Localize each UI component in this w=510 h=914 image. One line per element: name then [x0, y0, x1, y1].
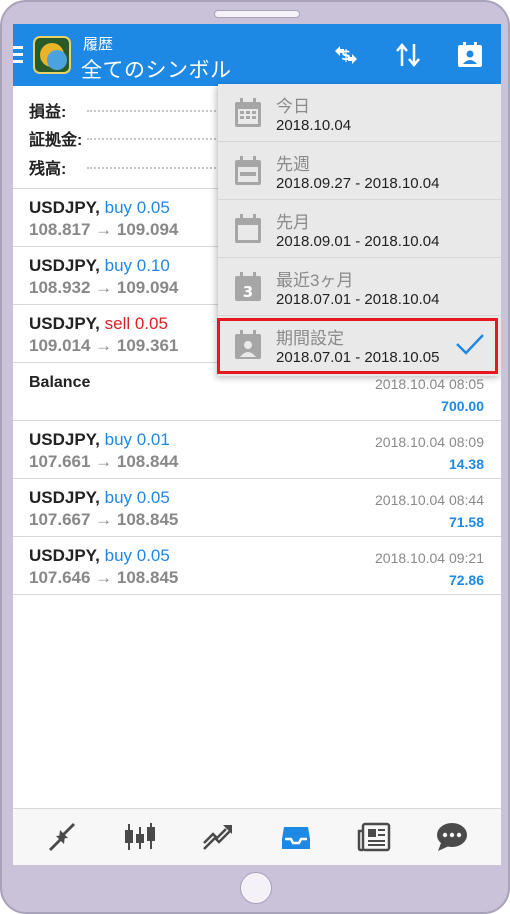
row-symbol: USDJPY, — [29, 198, 100, 217]
balance-dots — [87, 167, 227, 169]
period-range: 2018.09.27 - 2018.10.04 — [276, 175, 440, 192]
row-amount: 71.58 — [448, 514, 484, 530]
screen: 履歴 全てのシンボル $ 損益: 証拠金: 残高: USDJPY, buy 0.… — [13, 24, 501, 865]
sort-icon[interactable] — [393, 40, 423, 70]
row-side: sell 0.05 — [104, 314, 168, 333]
period-option-last-week[interactable]: 先週 2018.09.27 - 2018.10.04 — [218, 142, 501, 200]
profit-dots — [87, 110, 227, 112]
home-button[interactable] — [240, 872, 272, 904]
row-side: buy 0.05 — [104, 546, 170, 565]
row-side: buy 0.01 — [104, 430, 170, 449]
period-label: 先週 — [276, 155, 310, 174]
calendar-week-icon — [235, 156, 261, 185]
period-label: 最近3ヶ月 — [276, 271, 354, 290]
margin-label: 証拠金: — [29, 132, 83, 149]
calendar-month-icon — [235, 214, 261, 243]
chat-icon[interactable] — [435, 821, 469, 853]
table-row[interactable]: USDJPY, buy 0.05 107.646 → 108.845 2018.… — [13, 537, 501, 595]
symbol-filter-icon[interactable]: $ — [331, 40, 361, 70]
row-prices: 107.646 → 108.845 — [29, 568, 179, 587]
period-range: 2018.07.01 - 2018.10.04 — [276, 291, 440, 308]
phone-frame: 履歴 全てのシンボル $ 損益: 証拠金: 残高: USDJPY, buy 0.… — [0, 0, 510, 914]
table-row[interactable]: USDJPY, buy 0.05 107.667 → 108.845 2018.… — [13, 479, 501, 537]
row-side: buy 0.05 — [104, 488, 170, 507]
period-label: 先月 — [276, 213, 310, 232]
speaker — [214, 10, 300, 18]
row-symbol: USDJPY, — [29, 256, 100, 275]
period-option-last-month[interactable]: 先月 2018.09.01 - 2018.10.04 — [218, 200, 501, 258]
row-date: 2018.10.04 08:05 — [375, 376, 484, 392]
table-row[interactable]: USDJPY, buy 0.01 107.661 → 108.844 2018.… — [13, 421, 501, 479]
row-date: 2018.10.04 08:44 — [375, 492, 484, 508]
period-option-3-months[interactable]: 3 最近3ヶ月 2018.07.01 - 2018.10.04 — [218, 258, 501, 316]
row-amount: 700.00 — [441, 398, 484, 414]
app-logo — [33, 36, 71, 74]
calendar-badge: 3 — [243, 283, 253, 301]
calendar-icon — [235, 98, 261, 127]
calendar-3-icon: 3 — [235, 272, 261, 301]
menu-icon[interactable] — [13, 46, 25, 64]
selected-highlight — [217, 318, 498, 374]
app-bar: 履歴 全てのシンボル $ — [13, 24, 501, 86]
row-symbol: Balance — [29, 374, 91, 391]
quotes-icon[interactable] — [45, 821, 79, 853]
row-date: 2018.10.04 09:21 — [375, 550, 484, 566]
row-symbol: USDJPY, — [29, 546, 100, 565]
profit-label: 損益: — [29, 104, 67, 121]
news-icon[interactable] — [357, 821, 391, 853]
margin-dots — [87, 138, 227, 140]
chart-icon[interactable] — [123, 821, 157, 853]
row-symbol: USDJPY, — [29, 430, 100, 449]
row-side: buy 0.10 — [104, 256, 170, 275]
row-prices: 107.667 → 108.845 — [29, 510, 179, 529]
row-amount: 14.38 — [448, 456, 484, 472]
period-range: 2018.10.04 — [276, 117, 352, 134]
row-date: 2018.10.04 08:09 — [375, 434, 484, 450]
row-symbol: USDJPY, — [29, 314, 100, 333]
trade-icon[interactable] — [201, 821, 235, 853]
row-prices: 108.932 → 109.094 — [29, 278, 179, 297]
svg-text:$: $ — [341, 48, 351, 64]
header-title[interactable]: 全てのシンボル — [81, 54, 232, 84]
period-range: 2018.09.01 - 2018.10.04 — [276, 233, 440, 250]
header-subtitle: 履歴 — [83, 36, 114, 53]
calendar-period-icon[interactable] — [455, 40, 485, 70]
balance-label: 残高: — [29, 161, 67, 178]
row-prices: 108.817 → 109.094 — [29, 220, 179, 239]
history-icon[interactable] — [279, 821, 313, 853]
period-option-today[interactable]: 今日 2018.10.04 — [218, 84, 501, 142]
row-amount: 72.86 — [448, 572, 484, 588]
row-prices: 109.014 → 109.361 — [29, 336, 179, 355]
period-label: 今日 — [276, 97, 310, 116]
bottom-nav — [13, 808, 501, 865]
row-prices: 107.661 → 108.844 — [29, 452, 179, 471]
row-side: buy 0.05 — [104, 198, 170, 217]
row-symbol: USDJPY, — [29, 488, 100, 507]
